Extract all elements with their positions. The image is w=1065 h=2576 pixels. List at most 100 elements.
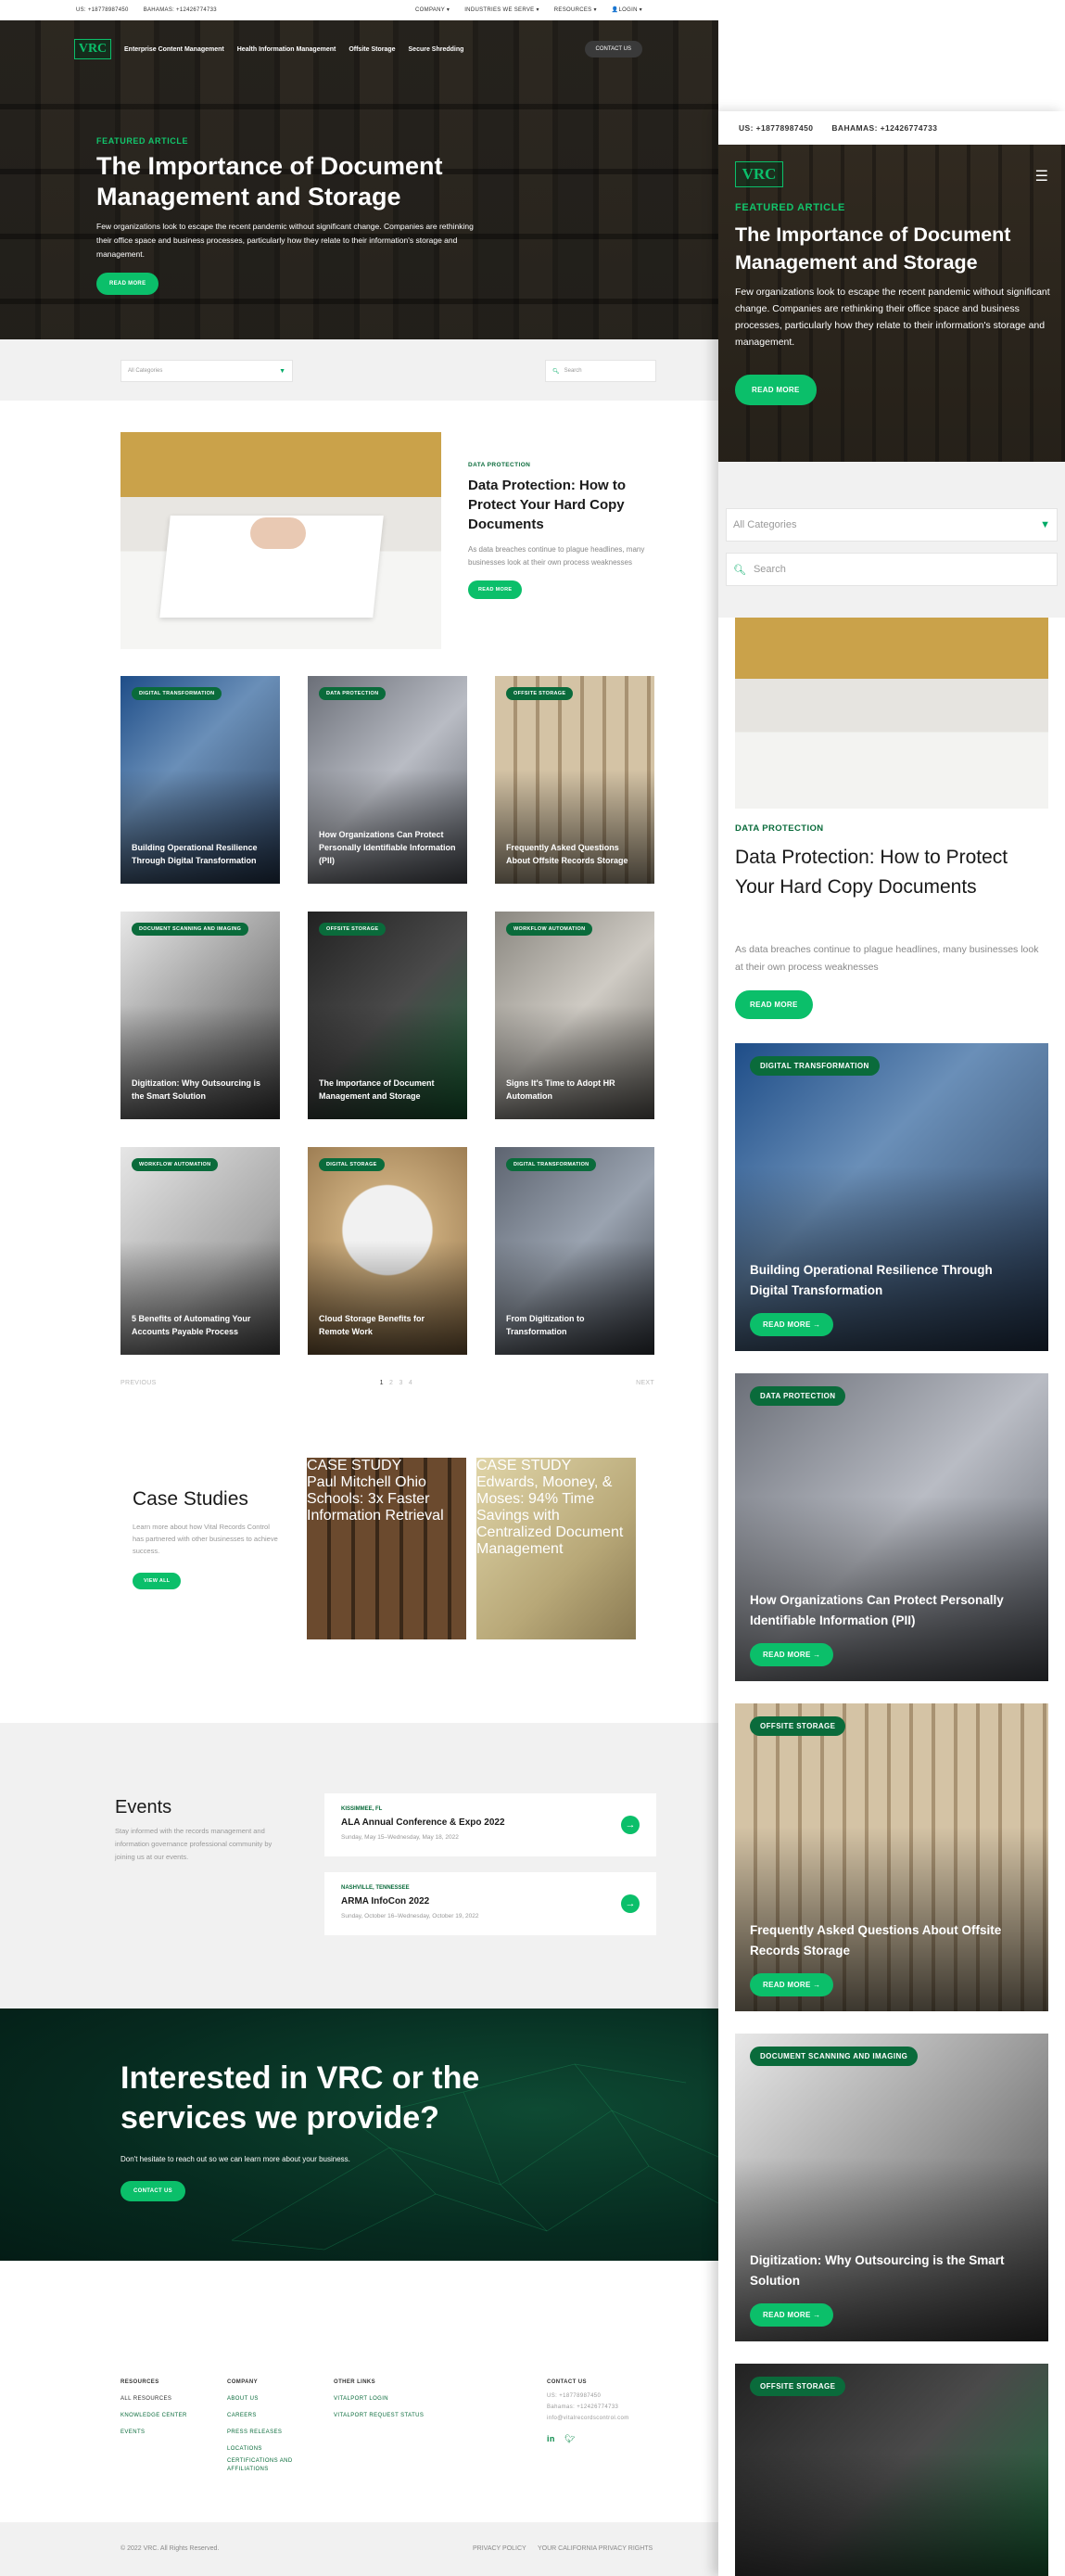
hero-kicker: FEATURED ARTICLE: [96, 136, 189, 146]
article-card[interactable]: OFFSITE STORAGE The Importance of Documen…: [308, 912, 467, 1119]
hero-read-more-button[interactable]: READ MORE: [96, 273, 159, 295]
menu-industries[interactable]: INDUSTRIES WE SERVE ▾: [464, 6, 539, 13]
mobile-article-card[interactable]: DOCUMENT SCANNING AND IMAGING Digitizatio…: [735, 2034, 1048, 2341]
footer-heading: RESOURCES: [120, 2379, 159, 2385]
card-tag: WORKFLOW AUTOMATION: [132, 1158, 219, 1171]
article-card[interactable]: DIGITAL TRANSFORMATION Building Operation…: [120, 676, 280, 884]
nav-ecm[interactable]: Enterprise Content Management: [124, 46, 224, 53]
footer-link[interactable]: CERTIFICATIONS AND AFFILIATIONS: [227, 2457, 311, 2474]
nav-offsite[interactable]: Offsite Storage: [349, 46, 395, 53]
mobile-featured-read-more-button[interactable]: READ MORE: [735, 990, 813, 1019]
card-title: Frequently Asked Questions About Offsite…: [750, 1923, 1002, 1958]
card-read-more-button[interactable]: READ MORE →: [750, 1313, 834, 1336]
pager-page[interactable]: 2: [389, 1380, 393, 1386]
pager-previous[interactable]: PREVIOUS: [120, 1380, 157, 1386]
article-card[interactable]: DOCUMENT SCANNING AND IMAGING Digitizatio…: [120, 912, 280, 1119]
mobile-article-card[interactable]: DIGITAL TRANSFORMATION Building Operation…: [735, 1043, 1048, 1351]
mobile-article-card[interactable]: OFFSITE STORAGE Frequently Asked Question…: [735, 1703, 1048, 2011]
privacy-policy-link[interactable]: PRIVACY POLICY: [473, 2545, 526, 2552]
mobile-article-card[interactable]: DATA PROTECTION How Organizations Can Pro…: [735, 1373, 1048, 1681]
footer-link[interactable]: ABOUT US: [227, 2391, 311, 2407]
arrow-right-icon[interactable]: →: [621, 1894, 640, 1913]
card-tag: DATA PROTECTION: [750, 1386, 846, 1406]
pager-page[interactable]: 1: [380, 1380, 384, 1386]
event-item[interactable]: KISSIMMEE, FL ALA Annual Conference & Ex…: [324, 1793, 656, 1856]
hero-text: Few organizations look to escape the rec…: [96, 222, 474, 259]
card-read-more-button[interactable]: READ MORE →: [750, 1643, 834, 1666]
event-item[interactable]: NASHVILLE, TENNESSEE ARMA InfoCon 2022 S…: [324, 1872, 656, 1935]
article-card[interactable]: WORKFLOW AUTOMATION Signs It's Time to Ad…: [495, 912, 654, 1119]
menu-resources[interactable]: RESOURCES ▾: [554, 6, 597, 13]
featured-read-more-button[interactable]: READ MORE: [468, 580, 523, 599]
copyright-text: © 2022 VRC. All Rights Reserved.: [120, 2545, 220, 2552]
events-title: Events: [115, 1797, 172, 1817]
vrc-logo[interactable]: VRC: [735, 161, 783, 187]
card-read-more-button[interactable]: READ MORE →: [750, 1973, 834, 1996]
footer-heading: CONTACT US: [547, 2379, 587, 2385]
article-card[interactable]: DIGITAL TRANSFORMATION From Digitization …: [495, 1147, 654, 1355]
footer-email[interactable]: info@vitalrecordscontrol.com: [547, 2413, 629, 2424]
mobile-phone-bahamas[interactable]: BAHAMAS: +12426774733: [831, 123, 937, 133]
card-title: Paul Mitchell Ohio Schools: 3x Faster In…: [307, 1474, 444, 1524]
mobile-phone-us[interactable]: US: +18778987450: [739, 123, 813, 133]
category-select[interactable]: All Categories ▼: [120, 360, 293, 382]
mobile-category-select[interactable]: All Categories ▼: [726, 508, 1058, 542]
california-privacy-link[interactable]: YOUR CALIFORNIA PRIVACY RIGHTS: [538, 2545, 653, 2552]
category-select-value: All Categories: [733, 519, 797, 530]
twitter-icon[interactable]: 🐦︎: [564, 2433, 576, 2444]
event-date: Sunday, October 16–Wednesday, October 19…: [341, 1913, 479, 1919]
nav-him[interactable]: Health Information Management: [237, 46, 336, 53]
pager-page[interactable]: 4: [409, 1380, 412, 1386]
nav-shredding[interactable]: Secure Shredding: [409, 46, 464, 53]
footer-link[interactable]: KNOWLEDGE CENTER: [120, 2407, 187, 2424]
article-card[interactable]: WORKFLOW AUTOMATION 5 Benefits of Automat…: [120, 1147, 280, 1355]
footer-phone-bahamas[interactable]: Bahamas: +12426774733: [547, 2402, 629, 2413]
hamburger-menu-icon[interactable]: ☰: [1035, 167, 1048, 185]
footer-link[interactable]: PRESS RELEASES: [227, 2424, 311, 2441]
footer-company: COMPANY ABOUT US CAREERS PRESS RELEASES …: [227, 2374, 311, 2474]
footer-link[interactable]: EVENTS: [120, 2424, 187, 2441]
search-input[interactable]: 🔍︎ Search: [545, 360, 656, 382]
article-card[interactable]: DIGITAL STORAGE Cloud Storage Benefits fo…: [308, 1147, 467, 1355]
mobile-filter-bar: All Categories ▼ 🔍︎ Search: [718, 462, 1065, 618]
footer-link[interactable]: VITALPORT LOGIN: [334, 2391, 424, 2407]
footer-link[interactable]: LOCATIONS: [227, 2441, 311, 2457]
menu-login[interactable]: 👤LOGIN ▾: [612, 6, 642, 13]
article-card[interactable]: OFFSITE STORAGE Frequently Asked Question…: [495, 676, 654, 884]
card-title: Cloud Storage Benefits for Remote Work: [319, 1314, 425, 1336]
pager-page[interactable]: 3: [399, 1380, 402, 1386]
card-title: Frequently Asked Questions About Offsite…: [506, 843, 628, 865]
vrc-logo[interactable]: VRC: [74, 39, 111, 59]
case-study-card[interactable]: CASE STUDY Edwards, Mooney, & Moses: 94% …: [476, 1458, 636, 1639]
footer-link[interactable]: ALL RESOURCES: [120, 2391, 187, 2407]
footer-link[interactable]: CAREERS: [227, 2407, 311, 2424]
footer-phone-us[interactable]: US: +18778987450: [547, 2391, 629, 2402]
phone-bahamas[interactable]: BAHAMAS: +12426774733: [144, 7, 217, 13]
page: US: +18778987450 BAHAMAS: +12426774733 C…: [0, 0, 1065, 2576]
event-date: Sunday, May 15–Wednesday, May 18, 2022: [341, 1834, 459, 1841]
cta-title: Interested in VRC or the services we pro…: [120, 2060, 480, 2136]
footer-link[interactable]: VITALPORT REQUEST STATUS: [334, 2407, 424, 2424]
linkedin-icon[interactable]: in: [547, 2433, 555, 2444]
search-icon: 🔍︎: [733, 564, 746, 576]
footer: RESOURCES ALL RESOURCES KNOWLEDGE CENTER…: [0, 2261, 718, 2576]
card-read-more-button[interactable]: READ MORE →: [750, 2303, 834, 2327]
pager-next[interactable]: NEXT: [636, 1380, 654, 1386]
mobile-search-input[interactable]: 🔍︎ Search: [726, 553, 1058, 586]
search-icon: 🔍︎: [552, 368, 560, 375]
menu-company[interactable]: COMPANY ▾: [415, 6, 450, 13]
mobile-featured-image[interactable]: [735, 618, 1048, 809]
mobile-article-card[interactable]: OFFSITE STORAGE: [735, 2364, 1048, 2576]
mobile-top-bar: US: +18778987450 BAHAMAS: +12426774733: [718, 111, 1065, 145]
view-all-button[interactable]: VIEW ALL: [133, 1573, 182, 1589]
phone-us[interactable]: US: +18778987450: [76, 7, 129, 13]
article-card[interactable]: DATA PROTECTION How Organizations Can Pro…: [308, 676, 467, 884]
featured-image: [120, 432, 441, 649]
mobile-hero-read-more-button[interactable]: READ MORE: [735, 375, 817, 405]
contact-button[interactable]: CONTACT US: [584, 41, 642, 57]
arrow-right-icon[interactable]: →: [621, 1816, 640, 1834]
card-title: Signs It's Time to Adopt HR Automation: [506, 1078, 615, 1101]
cta-contact-button[interactable]: CONTACT US: [120, 2181, 185, 2201]
case-study-card[interactable]: CASE STUDY Paul Mitchell Ohio Schools: 3x…: [307, 1458, 466, 1639]
featured-article[interactable]: DATA PROTECTION Data Protection: How to …: [120, 432, 654, 649]
